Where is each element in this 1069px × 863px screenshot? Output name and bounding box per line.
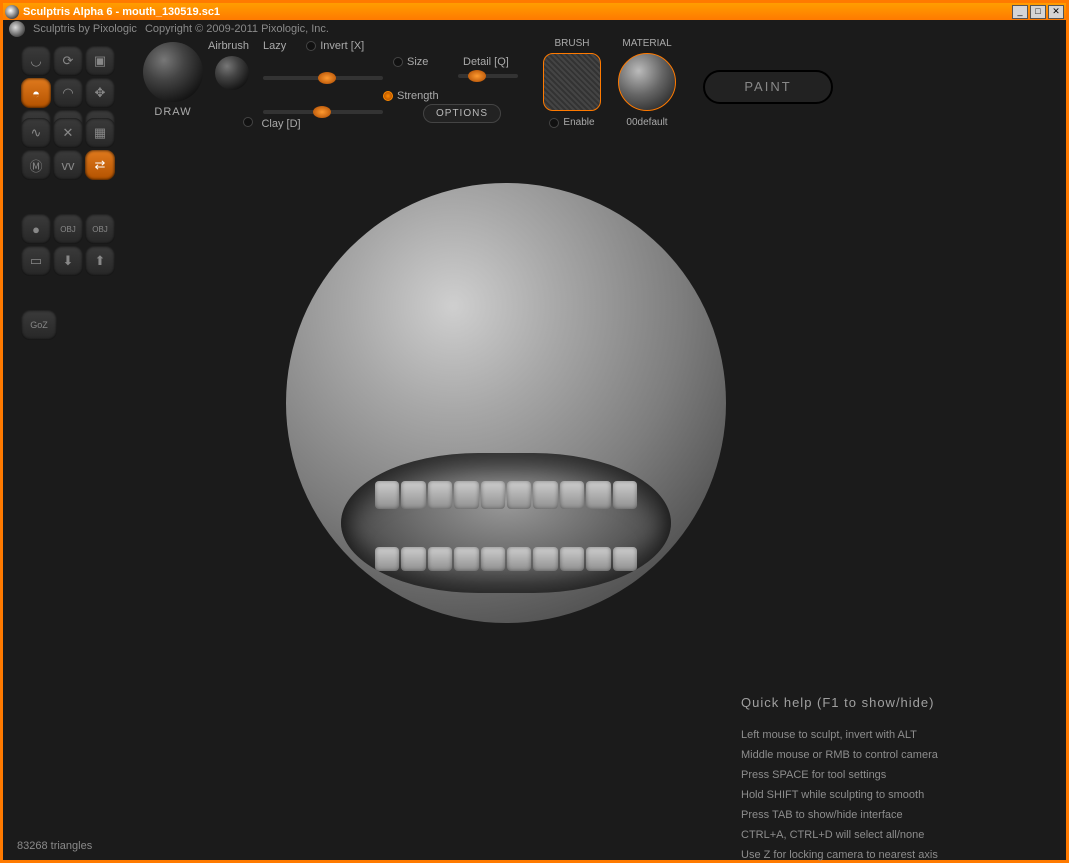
brush-header: BRUSH <box>543 38 601 49</box>
grid-icon: ▦ <box>94 125 106 141</box>
detail-slider[interactable] <box>458 74 518 78</box>
clay-label: Clay [D] <box>261 118 300 130</box>
tool-draw[interactable]: ◓ <box>21 78 51 108</box>
detail-label: Detail [Q] <box>463 56 509 68</box>
material-sphere[interactable] <box>618 53 676 111</box>
tool-crease[interactable]: ◡ <box>21 46 51 76</box>
help-line: Left mouse to sculpt, invert with ALT <box>741 725 1041 745</box>
flatten-icon: ◠ <box>62 85 73 101</box>
draw-icon: ◓ <box>32 86 40 101</box>
copyright-text: Copyright © 2009-2011 Pixologic, Inc. <box>145 23 329 35</box>
size-label: Size <box>407 56 428 68</box>
paint-mode-button[interactable]: PAINT <box>703 70 833 104</box>
brush-enable-label: Enable <box>563 117 594 128</box>
strength-label: Strength <box>397 90 439 102</box>
help-line: Use Z for locking camera to nearest axis <box>741 845 1041 863</box>
crease-icon: ◡ <box>30 53 41 69</box>
secondary-preview[interactable] <box>215 56 249 94</box>
teeth-bottom <box>374 547 638 571</box>
window-titlebar: Sculptris Alpha 6 - mouth_130519.sc1 _ □… <box>3 3 1066 20</box>
curve-icon: ∿ <box>31 125 42 141</box>
logo-icon <box>9 21 25 37</box>
move-icon: ✥ <box>95 85 106 101</box>
tool-wire[interactable]: ✕ <box>53 118 83 148</box>
invert-label: Invert [X] <box>320 40 364 52</box>
app-icon <box>5 5 19 19</box>
maximize-button[interactable]: □ <box>1030 5 1046 19</box>
brush-thumbnail[interactable] <box>543 53 601 111</box>
help-line: Hold SHIFT while sculpting to smooth <box>741 785 1041 805</box>
crop-icon: ▣ <box>94 53 106 69</box>
brush-enable-toggle[interactable]: Enable <box>549 117 594 128</box>
tool-move[interactable]: ✥ <box>85 78 115 108</box>
brush-options-row: Airbrush Lazy Invert [X] <box>208 40 364 58</box>
material-box: MATERIAL 00default <box>618 38 676 128</box>
strength-row[interactable]: Strength <box>383 90 439 102</box>
rotate-icon: ⟳ <box>63 53 74 69</box>
sculpt-mouth <box>341 453 671 593</box>
tool-flatten[interactable]: ◠ <box>53 78 83 108</box>
quick-help-panel: Quick help (F1 to show/hide) Left mouse … <box>741 693 1041 863</box>
invert-radio-icon <box>306 41 316 51</box>
help-title: Quick help (F1 to show/hide) <box>741 693 1041 713</box>
help-line: Press SPACE for tool settings <box>741 765 1041 785</box>
tool-curve[interactable]: ∿ <box>21 118 51 148</box>
help-line: Press TAB to show/hide interface <box>741 805 1041 825</box>
top-toolbar: ◡ ⟳ ▣ ◓ ◠ ✥ ◡ ∧ ◔ DRAW Airbrush Lazy Inv… <box>3 38 1066 153</box>
enable-radio-icon <box>549 118 559 128</box>
brush-preview: DRAW <box>143 42 203 118</box>
brush-preview-sphere[interactable] <box>143 42 203 102</box>
brush-preview-label: DRAW <box>143 106 203 118</box>
window-title: Sculptris Alpha 6 - mouth_130519.sc1 <box>23 6 1012 18</box>
strength-radio-icon <box>383 91 393 101</box>
secondary-preview-sphere <box>215 56 249 90</box>
sculpt-mesh <box>286 183 726 623</box>
help-line: CTRL+A, CTRL+D will select all/none <box>741 825 1041 845</box>
product-name: Sculptris by Pixologic <box>33 23 137 35</box>
viewport[interactable]: Quick help (F1 to show/hide) Left mouse … <box>6 153 1063 830</box>
wire-icon: ✕ <box>63 125 74 141</box>
minimize-button[interactable]: _ <box>1012 5 1028 19</box>
size-radio-icon <box>393 57 403 67</box>
teeth-top <box>374 481 638 509</box>
options-button[interactable]: OPTIONS <box>423 104 501 123</box>
material-name: 00default <box>618 117 676 128</box>
detail-panel: Detail [Q] <box>463 56 518 88</box>
clay-toggle[interactable]: Clay [D] <box>243 114 301 132</box>
brush-box: BRUSH Enable <box>543 38 601 131</box>
invert-toggle[interactable]: Invert [X] <box>306 40 364 52</box>
clay-radio-icon <box>243 117 253 127</box>
strength-slider[interactable] <box>263 110 383 114</box>
help-line: Middle mouse or RMB to control camera <box>741 745 1041 765</box>
lazy-label: Lazy <box>263 40 286 52</box>
app-strip: Sculptris by Pixologic Copyright © 2009-… <box>3 20 1066 38</box>
tool-crop[interactable]: ▣ <box>85 46 115 76</box>
airbrush-label: Airbrush <box>208 40 249 52</box>
size-row[interactable]: Size <box>393 56 428 68</box>
material-header: MATERIAL <box>618 38 676 49</box>
tool-rotate[interactable]: ⟳ <box>53 46 83 76</box>
size-slider[interactable] <box>263 76 383 80</box>
tool-grid[interactable]: ▦ <box>85 118 115 148</box>
close-button[interactable]: ✕ <box>1048 5 1064 19</box>
status-triangles: 83268 triangles <box>17 840 92 852</box>
